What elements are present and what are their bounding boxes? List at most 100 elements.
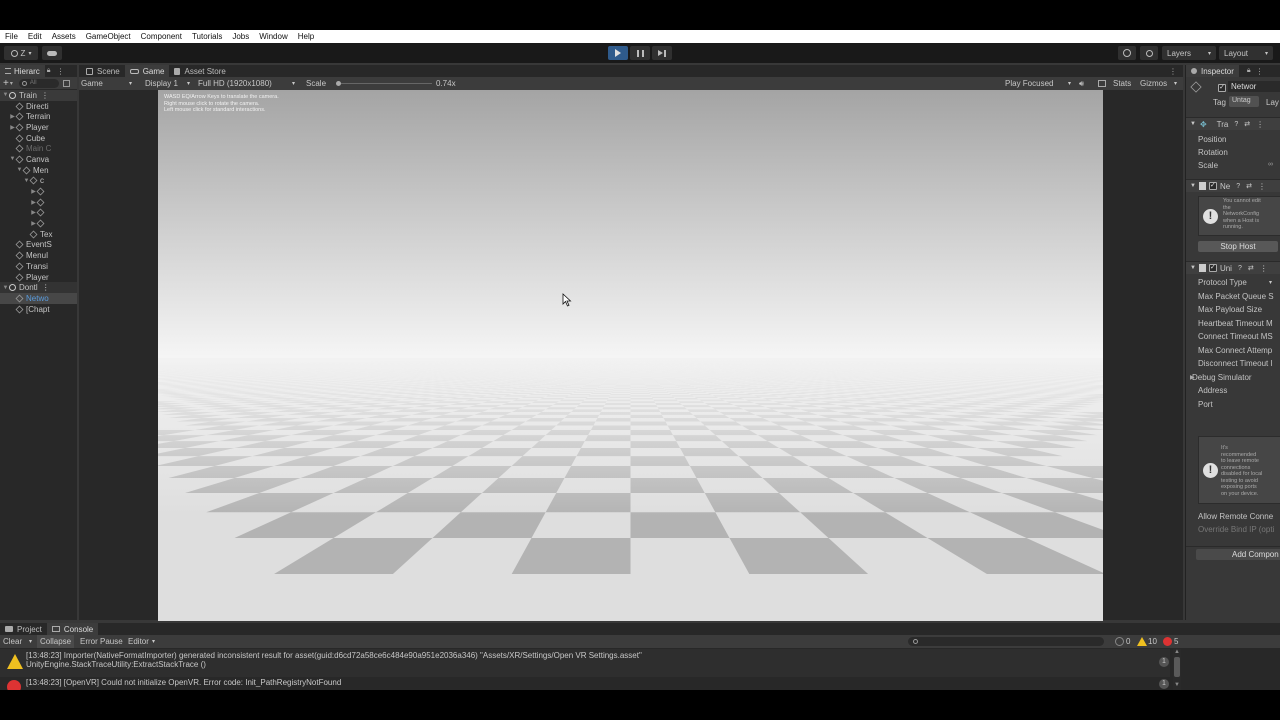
account-dropdown[interactable]: Z ▾ (4, 46, 38, 60)
menu-window[interactable]: Window (254, 30, 292, 43)
scale-slider[interactable] (336, 81, 432, 86)
menu-gameobject[interactable]: GameObject (81, 30, 136, 43)
hierarchy-item[interactable]: ▶ Terrain (0, 111, 77, 122)
expand-arrow-icon[interactable]: ▼ (2, 92, 9, 98)
menu-jobs[interactable]: Jobs (227, 30, 254, 43)
gameobject-cube-icon (29, 230, 38, 239)
gameobject-cube-icon (29, 176, 38, 185)
chevron-down-icon: ▾ (28, 50, 31, 57)
stats-button[interactable]: Stats (1113, 79, 1131, 88)
gameobject-cube-icon (36, 187, 45, 196)
collapsed-arrow-icon[interactable]: ▶ (30, 209, 37, 216)
layers-dropdown[interactable]: Layers ▾ (1162, 46, 1216, 60)
menu-component[interactable]: Component (136, 30, 187, 43)
chevron-down-icon: ▾ (1265, 50, 1268, 57)
tab-scene[interactable]: Scene (81, 65, 125, 77)
cloud-button[interactable] (42, 46, 62, 60)
gameobject-cube-icon (15, 294, 24, 303)
hierarchy-header: Hierarc 🔒︎ ⋮ (0, 65, 77, 77)
hierarchy-item-label: Main C (26, 144, 51, 153)
menu-assets[interactable]: Assets (47, 30, 81, 43)
speaker-icon[interactable]: 🔊︎ (1079, 79, 1084, 89)
hierarchy-item[interactable]: Tex (0, 229, 77, 240)
menu-edit[interactable]: Edit (23, 30, 47, 43)
gameobject-cube-icon (15, 241, 24, 249)
hierarchy-search-bar: + ▾ All (0, 77, 77, 89)
step-icon (658, 49, 666, 57)
play-button[interactable] (608, 46, 628, 60)
menu-bar: File Edit Assets GameObject Component Tu… (0, 30, 1280, 43)
kebab-menu-icon[interactable]: ⋮ (57, 67, 65, 76)
menu-help[interactable]: Help (293, 30, 319, 43)
gizmos-button[interactable]: Gizmos (1140, 79, 1167, 88)
hierarchy-item-label: EventS (26, 240, 52, 249)
display-select[interactable]: Display 1 (145, 79, 178, 88)
hierarchy-item[interactable]: Main C (0, 143, 77, 154)
play-mode-select[interactable]: Play Focused (1005, 79, 1053, 88)
layout-dropdown[interactable]: Layout ▾ (1219, 46, 1273, 60)
hierarchy-search-input[interactable]: All (18, 78, 59, 88)
cloud-icon (47, 50, 57, 56)
hierarchy-item[interactable]: ▼ c (0, 176, 77, 187)
step-button[interactable] (652, 46, 672, 60)
hierarchy-item[interactable]: ▶ (0, 208, 77, 219)
tab-asset-store-label: Asset Store (184, 67, 225, 76)
pause-button[interactable] (630, 46, 650, 60)
hierarchy-item[interactable]: Cube (0, 133, 77, 144)
hierarchy-item-label: Canva (26, 155, 49, 164)
hierarchy-scene-row[interactable]: ▼ Train ⋮ (0, 90, 77, 101)
tab-game[interactable]: Game (124, 65, 170, 77)
chevron-down-icon: ▾ (1208, 50, 1211, 57)
frame-debugger-icon[interactable] (1098, 80, 1106, 87)
tab-hierarchy[interactable]: Hierarc (0, 65, 45, 77)
kebab-menu-icon[interactable]: ⋮ (42, 283, 50, 292)
hierarchy-item[interactable]: MenuI (0, 250, 77, 261)
search-button[interactable] (1140, 46, 1158, 60)
resolution-select[interactable]: Full HD (1920x1080) (198, 79, 272, 88)
tab-asset-store[interactable]: Asset Store (169, 65, 230, 77)
hierarchy-item-label: Transi (26, 262, 48, 271)
hierarchy-item[interactable]: Transi (0, 261, 77, 272)
chevron-down-icon[interactable]: ▾ (10, 80, 13, 87)
menu-tutorials[interactable]: Tutorials (187, 30, 227, 43)
game-view-toolbar: Game ▾ Display 1 ▾ Full HD (1920x1080) ▾… (79, 77, 1183, 90)
hierarchy-scene-row[interactable]: ▼ Dontl ⋮ (0, 282, 77, 294)
hierarchy-item[interactable]: ▶ Player (0, 122, 77, 133)
hierarchy-item[interactable]: ▼ Men (0, 165, 77, 176)
menu-file[interactable]: File (0, 30, 23, 43)
list-icon (5, 68, 11, 74)
scale-slider-thumb[interactable] (336, 81, 341, 86)
hierarchy-item[interactable]: ▶ (0, 218, 77, 229)
hierarchy-item[interactable]: [Chapt (0, 304, 77, 315)
history-button[interactable] (1118, 46, 1136, 60)
hierarchy-item-label: Player (26, 273, 49, 282)
hierarchy-item[interactable]: Player (0, 272, 77, 283)
hierarchy-item[interactable]: EventS (0, 240, 77, 251)
scene-game-tab-strip: Scene Game Asset Store ⋮ (79, 65, 1183, 77)
game-mode-select[interactable]: Game (81, 79, 103, 88)
hierarchy-item[interactable]: ▶ (0, 186, 77, 197)
scale-slider-track (336, 83, 432, 84)
unity-editor-window: File Edit Assets GameObject Component Tu… (0, 30, 1280, 690)
kebab-menu-icon[interactable]: ⋮ (1169, 67, 1177, 76)
gameobject-cube-icon (15, 144, 24, 153)
gameobject-cube-icon (15, 155, 24, 164)
filter-icon[interactable] (62, 79, 70, 87)
hierarchy-item[interactable]: Netwo (0, 293, 77, 304)
hierarchy-item-label: Directi (26, 102, 49, 111)
lock-icon[interactable]: 🔒︎ (47, 67, 51, 75)
hierarchy-item-label: Terrain (26, 112, 50, 121)
gameobject-cube-icon (15, 262, 24, 271)
kebab-menu-icon[interactable]: ⋮ (41, 91, 49, 100)
hierarchy-item[interactable]: ▶ (0, 197, 77, 208)
add-icon[interactable]: + (3, 78, 9, 89)
gameobject-cube-icon (15, 112, 24, 121)
hierarchy-item[interactable]: Directi (0, 101, 77, 112)
letterbox-top (0, 0, 1280, 30)
expand-arrow-icon[interactable]: ▼ (2, 285, 9, 291)
game-viewport[interactable]: WASD EQ/Arrow Keys to translate the came… (158, 90, 1103, 621)
hierarchy-item-label: Dontl (19, 283, 38, 292)
hierarchy-panel: Hierarc 🔒︎ ⋮ + ▾ All ▼ Train ⋮ Directi ▶ Terr… (0, 65, 77, 620)
hierarchy-item[interactable]: ▼ Canva (0, 154, 77, 165)
hierarchy-item-label: Train (19, 91, 37, 100)
